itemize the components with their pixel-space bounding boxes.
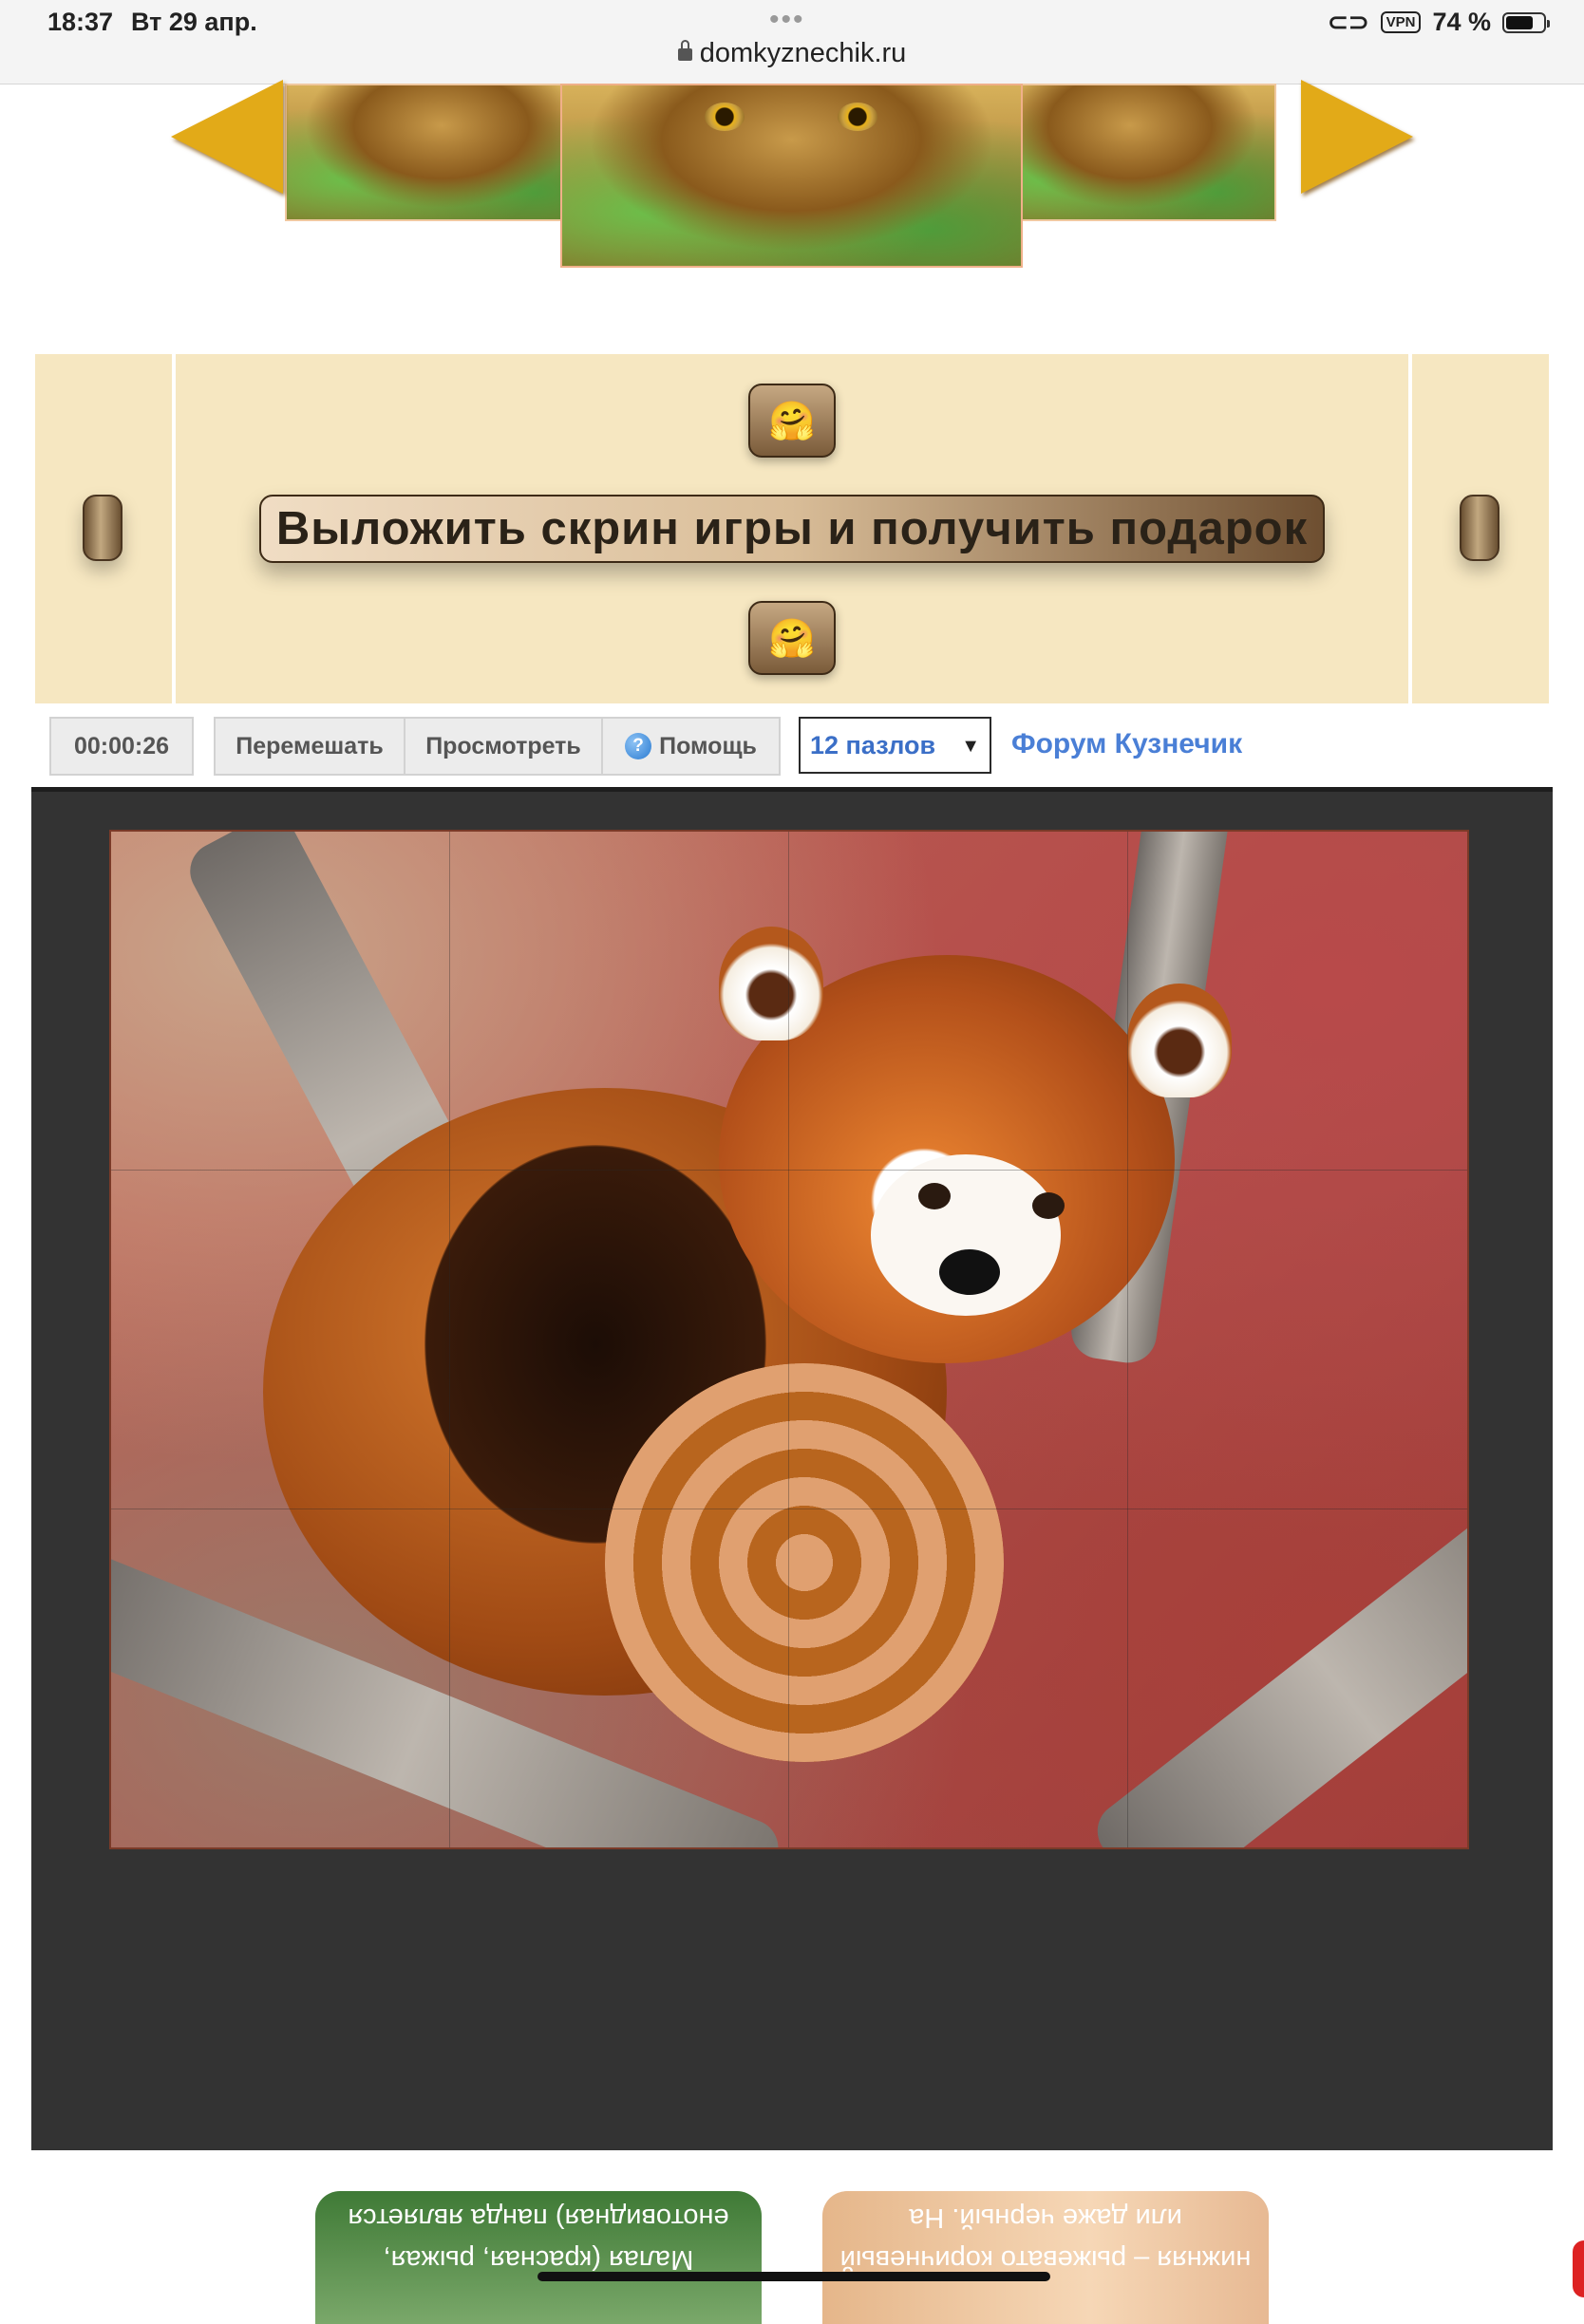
piece-seam (449, 832, 450, 1847)
more-dots-icon[interactable]: ••• (769, 4, 805, 36)
piece-seam (1127, 832, 1128, 1847)
help-button[interactable]: ? Помощь (601, 717, 781, 776)
carousel-thumb-right[interactable] (984, 84, 1276, 221)
status-date: Вт 29 апр. (131, 8, 257, 36)
timer-display: 00:00:26 (49, 717, 194, 776)
owl-eye-right (838, 103, 877, 131)
battery-icon (1502, 11, 1550, 33)
lock-icon (677, 40, 692, 61)
hug-emoji-button-top[interactable]: 🤗 (748, 384, 836, 458)
info-card-1[interactable]: Малая (красная, рыжая, енотовидная) панд… (315, 2191, 762, 2324)
help-icon: ? (625, 733, 652, 759)
home-indicator[interactable] (537, 2272, 1050, 2281)
shuffle-button[interactable]: Перемешать (214, 717, 405, 776)
image-carousel (0, 80, 1584, 273)
address-bar[interactable]: domkyznechik.ru (0, 38, 1584, 69)
vpn-badge: VPN (1380, 11, 1422, 33)
carousel-next-arrow-icon[interactable] (1301, 80, 1413, 194)
info-card-1-text: Малая (красная, рыжая, енотовидная) панд… (348, 2202, 729, 2275)
post-screenshot-gift-button[interactable]: Выложить скрин игры и получить подарок (259, 495, 1325, 563)
panda-eye-right (1032, 1192, 1065, 1219)
panda-eye-left (918, 1183, 951, 1209)
puzzle-board (31, 787, 1553, 2150)
panda-ear-right (1127, 984, 1232, 1097)
edge-tab[interactable] (1573, 2240, 1584, 2297)
carousel-thumb-left[interactable] (285, 84, 598, 221)
puzzle-image-red-panda[interactable] (109, 830, 1469, 1849)
owl-eye-left (705, 103, 745, 131)
panda-nose (939, 1249, 1000, 1295)
puzzle-toolbar: 00:00:26 Перемешать Просмотреть ? Помощь… (49, 717, 1550, 778)
piece-seam (788, 832, 789, 1847)
info-card-2-text: нижняя – рыжевато коричневый или даже че… (839, 2202, 1252, 2275)
help-label: Помощь (659, 732, 757, 759)
preview-button[interactable]: Просмотреть (404, 717, 603, 776)
browser-status-bar: 18:37 Вт 29 апр. ••• domkyznechik.ru ⊂⊃ … (0, 0, 1584, 84)
pieces-count-select[interactable]: 12 пазлов ▼ (799, 717, 991, 774)
info-card-2[interactable]: нижняя – рыжевато коричневый или даже че… (822, 2191, 1269, 2324)
hug-emoji-button-bottom[interactable]: 🤗 (748, 601, 836, 675)
status-indicators: ⊂⊃ VPN 74 % (1328, 8, 1550, 37)
url-text: domkyznechik.ru (699, 38, 907, 68)
status-time: 18:37 (47, 8, 114, 36)
pieces-count-value: 12 пазлов (810, 730, 936, 759)
promo-banner: 🤗 Выложить скрин игры и получить подарок… (35, 354, 1549, 703)
battery-percent: 74 % (1432, 8, 1491, 36)
carousel-thumb-active[interactable] (560, 84, 1023, 268)
panda-ear-left (719, 927, 823, 1040)
branch-bottom-right (1085, 1475, 1467, 1847)
piece-seam (111, 1170, 1467, 1171)
link-icon: ⊂⊃ (1328, 8, 1369, 36)
panda-tail (605, 1363, 1004, 1762)
carousel-prev-arrow-icon[interactable] (171, 80, 283, 194)
chevron-down-icon: ▼ (961, 736, 980, 757)
banner-pill-right[interactable] (1460, 495, 1499, 561)
banner-pill-left[interactable] (83, 495, 123, 561)
forum-link[interactable]: Форум Кузнечик (1011, 728, 1242, 760)
